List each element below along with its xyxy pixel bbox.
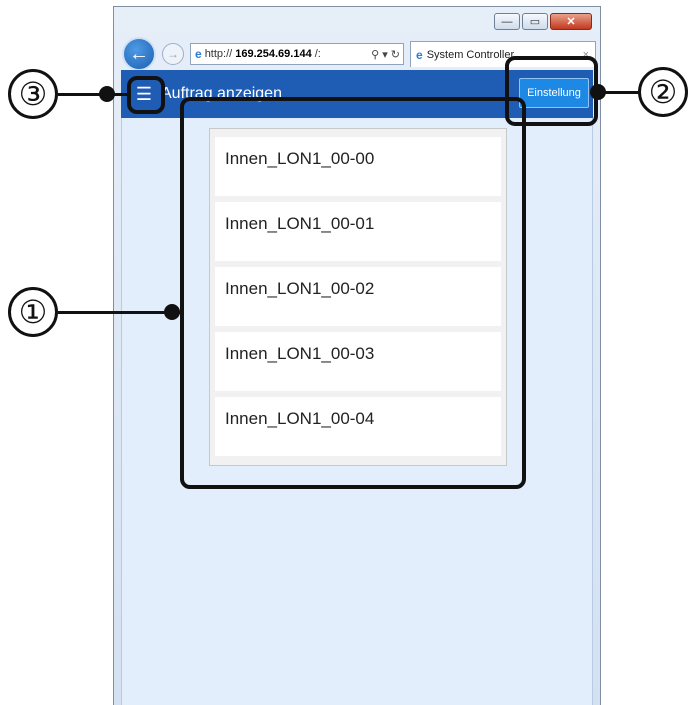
tab-title: System Controller	[426, 48, 515, 61]
url-suffix: /:	[314, 48, 321, 60]
close-icon[interactable]: ✕	[550, 13, 592, 30]
url-host: 169.254.69.144	[235, 48, 312, 60]
window-controls: — ▭ ✕	[494, 13, 592, 30]
address-bar[interactable]: e http://169.254.69.144/: ⚲ ▾ ↻	[190, 43, 404, 65]
callout-number-2: ②	[638, 67, 688, 117]
forward-button[interactable]: →	[162, 43, 184, 65]
callout-number-1: ①	[8, 287, 58, 337]
callout-box-2	[505, 56, 598, 126]
address-tools[interactable]: ⚲ ▾ ↻	[371, 48, 400, 61]
callout-box-3	[127, 76, 165, 114]
url-prefix: http://	[204, 48, 233, 60]
callout-dot-2	[590, 84, 606, 100]
callout-line-3	[58, 93, 127, 96]
ie-icon: e	[195, 47, 202, 61]
maximize-icon[interactable]: ▭	[522, 13, 548, 30]
ie-icon: e	[416, 47, 423, 62]
callout-box-1	[180, 97, 526, 489]
callout-dot-1	[164, 304, 180, 320]
callout-line-1	[58, 311, 180, 314]
minimize-icon[interactable]: —	[494, 13, 520, 30]
callout-number-3: ③	[8, 69, 58, 119]
callout-dot-3	[99, 86, 115, 102]
back-button[interactable]: ←	[122, 37, 156, 71]
